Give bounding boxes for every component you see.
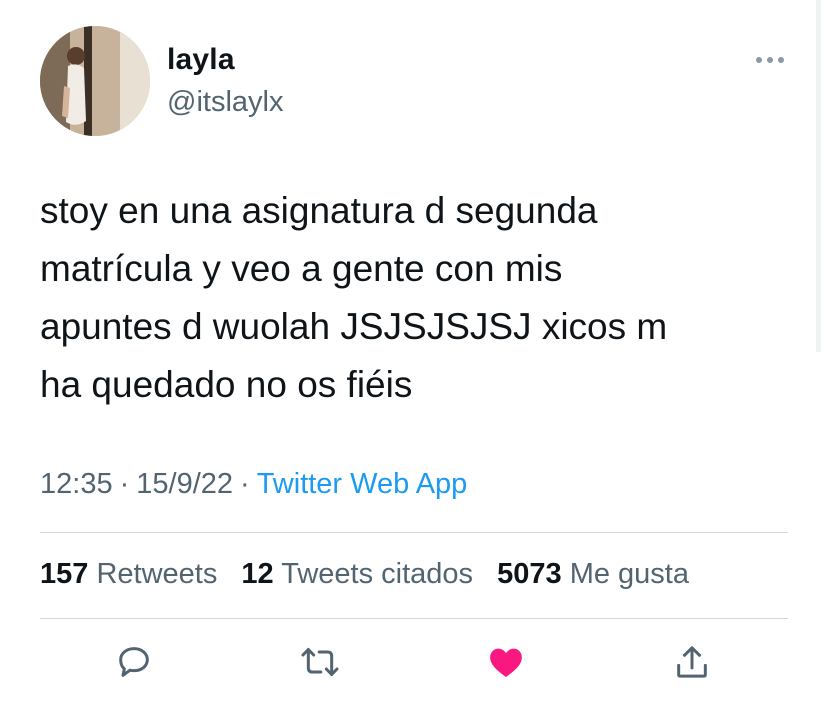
user-handle[interactable]: @itslaylx (167, 84, 283, 120)
divider (40, 532, 788, 533)
engagement-stats: 157 Retweets 12 Tweets citados 5073 Me g… (40, 554, 705, 594)
more-options-icon[interactable] (752, 48, 788, 72)
heart-icon (490, 648, 522, 677)
share-button[interactable] (672, 642, 712, 682)
retweet-button[interactable] (300, 642, 340, 682)
retweet-icon (301, 648, 339, 676)
likes-stat[interactable]: 5073 Me gusta (497, 558, 689, 590)
like-button[interactable] (486, 642, 526, 682)
tweet-source-link[interactable]: Twitter Web App (257, 468, 468, 500)
scrollbar[interactable] (816, 0, 821, 352)
tweet-date[interactable]: 15/9/22 (136, 468, 233, 500)
meta-separator: · (119, 468, 130, 500)
reply-button[interactable] (114, 642, 154, 682)
share-icon (677, 646, 707, 678)
retweets-label: Retweets (96, 558, 218, 590)
retweets-count: 157 (40, 558, 89, 590)
avatar-photo (40, 26, 150, 136)
tweet-metadata: 12:35 · 15/9/22 · Twitter Web App (40, 464, 467, 504)
likes-label: Me gusta (569, 558, 689, 590)
quote-tweets-stat[interactable]: 12 Tweets citados (241, 558, 473, 590)
quotes-count: 12 (241, 558, 274, 590)
tweet-time[interactable]: 12:35 (40, 468, 113, 500)
likes-count: 5073 (497, 558, 562, 590)
divider (40, 618, 788, 619)
display-name[interactable]: layla (167, 42, 235, 78)
meta-separator: · (240, 468, 250, 500)
retweets-stat[interactable]: 157 Retweets (40, 558, 217, 590)
avatar[interactable] (40, 26, 150, 136)
reply-icon (119, 647, 149, 677)
tweet-text: stoy en una asignatura d segunda matrícu… (40, 190, 668, 405)
quotes-label: Tweets citados (281, 558, 474, 590)
